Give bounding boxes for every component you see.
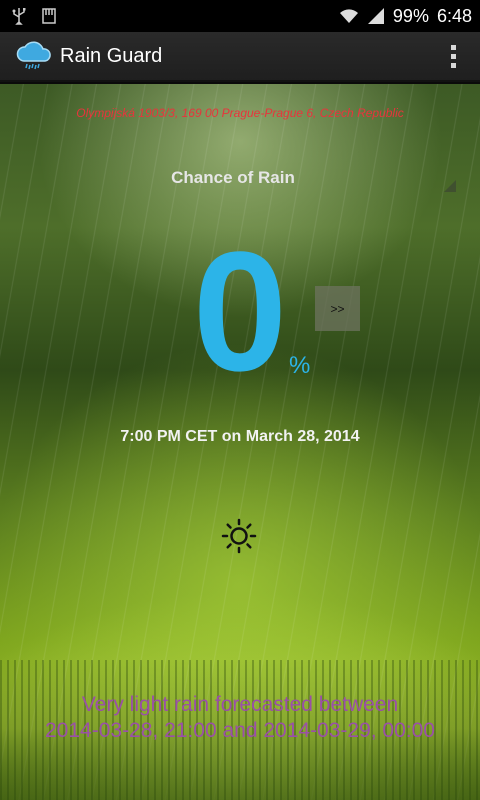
forecast-line-2: 2014-03-28, 21:00 and 2014-03-29, 00:00 [45,719,435,742]
next-forecast-button[interactable]: >> [315,286,360,331]
spinner-indicator-icon [444,180,456,192]
status-bar: 99% 6:48 [0,0,480,32]
forecast-time: 7:00 PM CET on March 28, 2014 [120,428,360,445]
chance-of-rain-spinner[interactable]: Chance of Rain [0,168,466,188]
main-content: Olympijská 1903/3, 169 00 Prague-Prague … [0,84,480,800]
action-bar: Rain Guard [0,32,480,82]
forecast-line-1: Very light rain forecasted between [81,693,399,716]
cloud-rain-icon [16,41,51,70]
sun-icon [221,518,257,554]
sd-card-icon [42,8,56,24]
battery-level: 99% [392,5,429,26]
clock: 6:48 [436,5,472,26]
app-title: Rain Guard [60,44,163,67]
signal-icon [367,8,384,24]
wifi-icon [339,9,358,23]
location-address: Olympijská 1903/3, 169 00 Prague-Prague … [76,106,404,120]
usb-icon [12,8,26,25]
forecast-summary: Very light rain forecasted between 2014-… [0,692,480,744]
overflow-menu-icon[interactable] [438,36,468,76]
percent-sign: % [289,352,311,379]
rain-chance-value: 0 [192,217,288,407]
